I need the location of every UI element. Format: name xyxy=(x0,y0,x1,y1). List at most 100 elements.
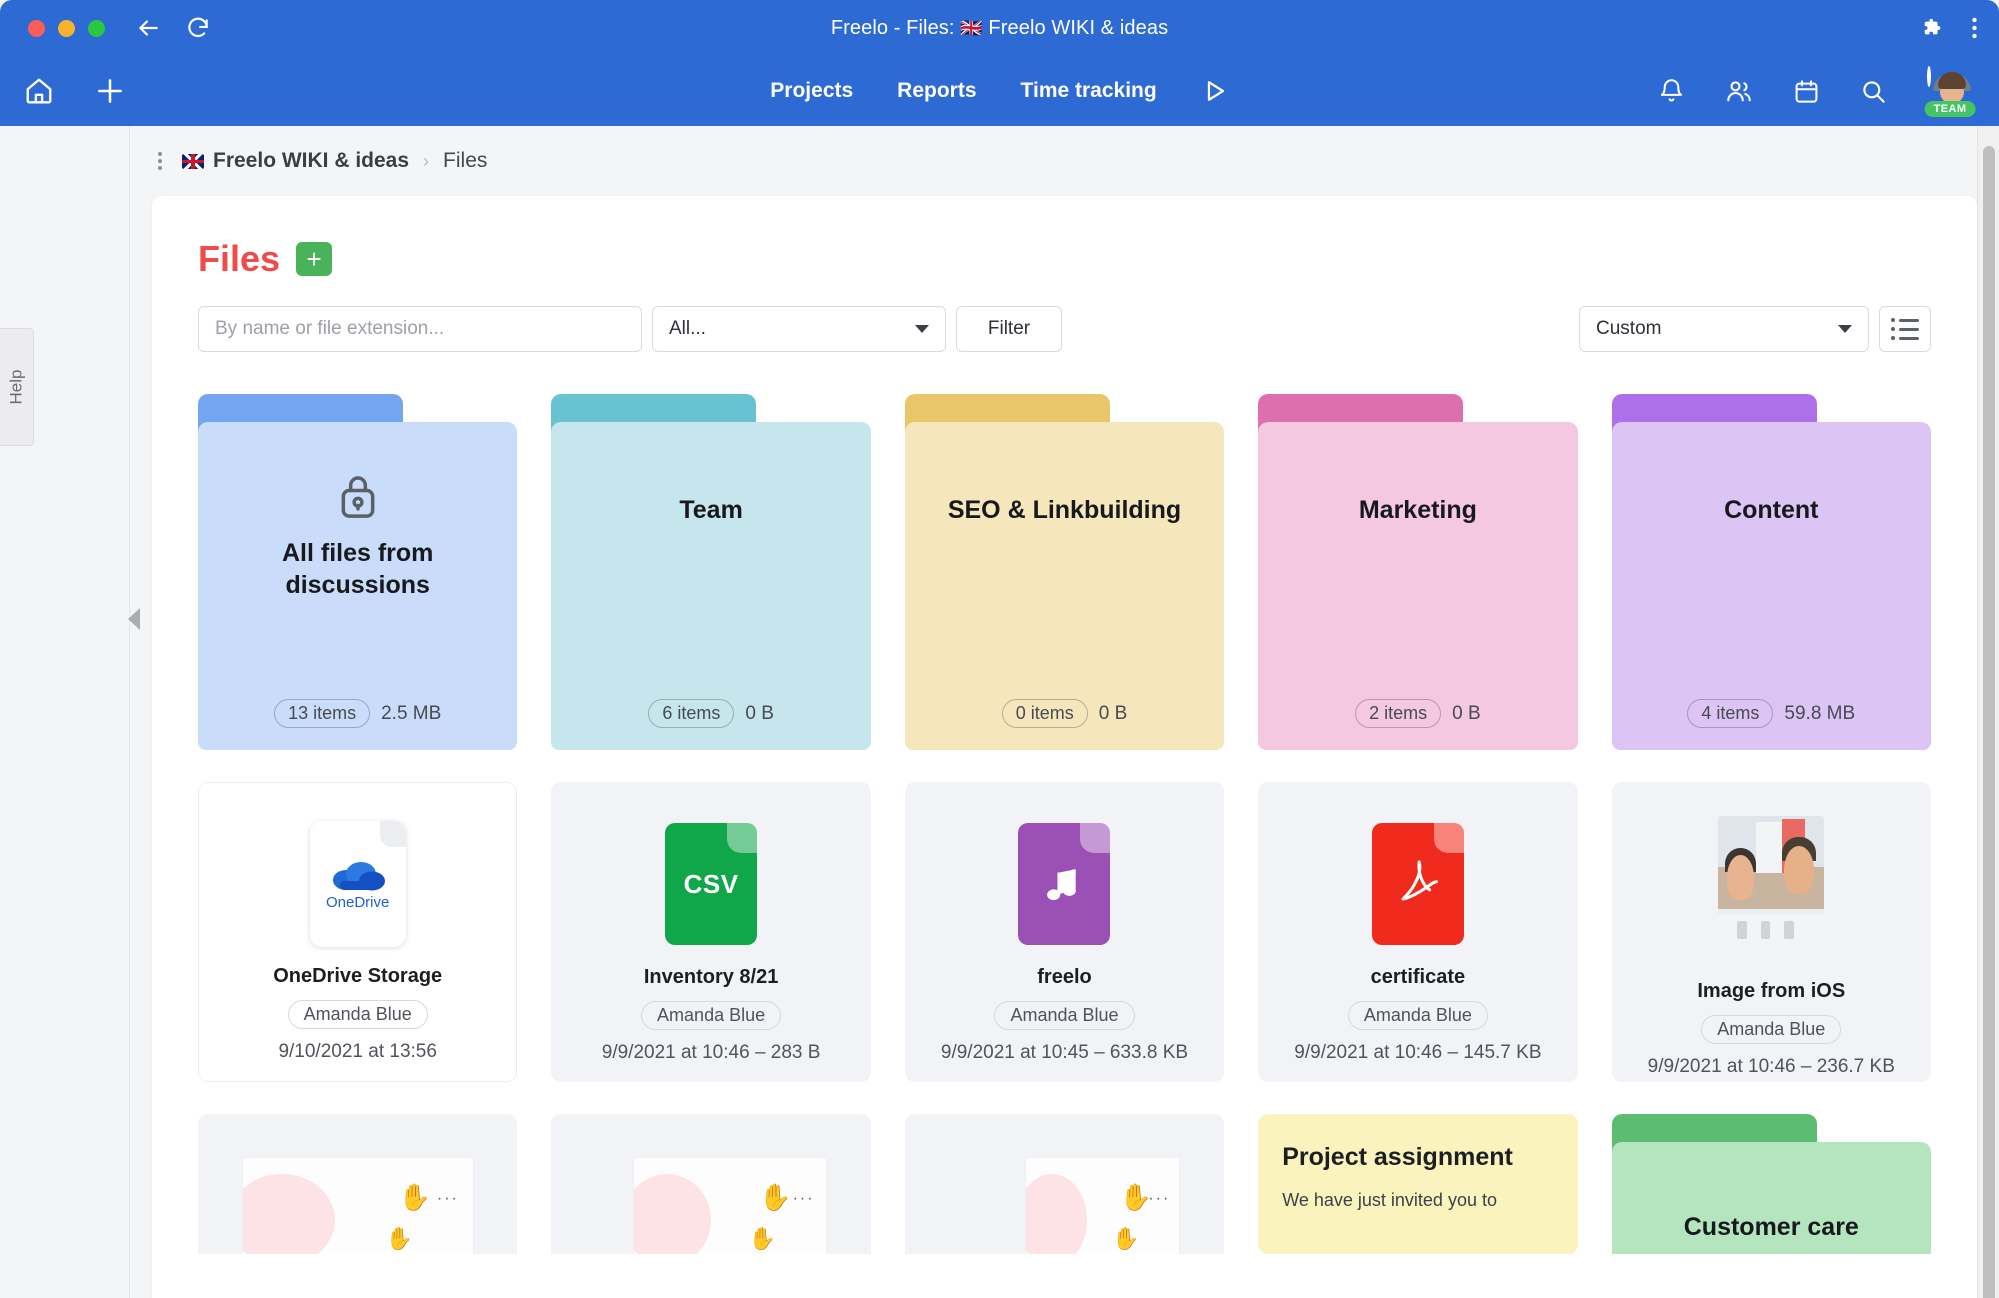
folder-item-count: 6 items xyxy=(648,699,735,728)
files-panel: Files + All... Filter Custom xyxy=(152,196,1977,1298)
onedrive-icon: OneDrive xyxy=(309,821,406,947)
file-author: Amanda Blue xyxy=(287,1000,428,1029)
folder-card[interactable]: Team 6 items 0 B xyxy=(551,394,871,750)
file-card[interactable]: OneDrive OneDrive Storage Amanda Blue 9/… xyxy=(198,782,518,1082)
window-title-prefix: Freelo - Files: xyxy=(830,16,955,39)
chevron-down-icon xyxy=(1838,325,1852,333)
page-title: Files xyxy=(198,238,281,279)
people-icon[interactable] xyxy=(1725,77,1753,105)
files-grid: OneDrive OneDrive Storage Amanda Blue 9/… xyxy=(198,782,1931,1082)
folder-card[interactable]: SEO & Linkbuilding 0 items 0 B xyxy=(904,394,1225,750)
nav-projects[interactable]: Projects xyxy=(770,79,853,103)
page-scrollbar[interactable] xyxy=(1977,126,1999,1298)
nav-reports[interactable]: Reports xyxy=(897,79,976,103)
breadcrumb-project[interactable]: Freelo WIKI & ideas xyxy=(182,149,409,173)
window-title: Freelo - Files: 🇬🇧 Freelo WIKI & ideas xyxy=(0,17,1999,40)
app-navigation-bar: Projects Reports Time tracking TEAM xyxy=(0,56,1999,126)
list-view-icon xyxy=(1891,318,1919,340)
file-card[interactable]: freelo Amanda Blue 9/9/2021 at 10:45 – 6… xyxy=(904,782,1225,1082)
breadcrumb: Freelo WIKI & ideas › Files xyxy=(130,126,1977,174)
file-type-label: CSV xyxy=(683,868,739,899)
calendar-icon[interactable] xyxy=(1793,78,1820,105)
file-thumbnail xyxy=(1371,816,1464,952)
folder-card[interactable]: Customer care xyxy=(1611,1114,1931,1254)
folder-body: Customer care xyxy=(1611,1142,1931,1254)
play-icon[interactable] xyxy=(1201,77,1229,105)
list-view-toggle[interactable] xyxy=(1879,306,1931,352)
folder-meta: 6 items 0 B xyxy=(551,699,870,728)
search-icon[interactable] xyxy=(1860,78,1887,105)
sort-select[interactable]: Custom xyxy=(1579,306,1869,352)
file-card[interactable]: CSV Inventory 8/21 Amanda Blue 9/9/2021 … xyxy=(551,782,871,1082)
home-icon[interactable] xyxy=(24,76,54,106)
nav-time-tracking[interactable]: Time tracking xyxy=(1021,79,1157,103)
file-card[interactable]: ✋ ✋ ··· xyxy=(904,1114,1225,1254)
minimize-window-button[interactable] xyxy=(58,19,75,37)
uk-flag-icon xyxy=(182,153,204,169)
folder-card[interactable]: All files from discussions 13 items 2.5 … xyxy=(198,394,518,750)
file-date: 9/9/2021 at 10:46 – 236.7 KB xyxy=(1647,1056,1895,1077)
folder-meta: 4 items 59.8 MB xyxy=(1612,699,1931,728)
lock-icon xyxy=(336,472,380,525)
chevron-down-icon xyxy=(915,325,929,333)
search-input[interactable] xyxy=(198,306,642,352)
file-date: 9/9/2021 at 10:46 – 145.7 KB xyxy=(1294,1042,1542,1063)
audio-file-icon xyxy=(1018,823,1111,945)
help-tab[interactable]: Help xyxy=(0,328,34,446)
breadcrumb-project-label: Freelo WIKI & ideas xyxy=(213,149,410,172)
main-nav-links: Projects Reports Time tracking xyxy=(770,77,1228,105)
maximize-window-button[interactable] xyxy=(88,19,105,37)
window-title-suffix: Freelo WIKI & ideas xyxy=(988,16,1169,39)
folder-name: Marketing xyxy=(1358,496,1477,524)
file-card[interactable]: Image from iOS Amanda Blue 9/9/2021 at 1… xyxy=(1611,782,1931,1082)
folder-item-count: 13 items xyxy=(274,699,371,728)
extensions-icon[interactable] xyxy=(1922,17,1944,39)
file-type-select[interactable]: All... xyxy=(652,306,946,352)
browser-title-bar: Freelo - Files: 🇬🇧 Freelo WIKI & ideas xyxy=(0,0,1999,56)
note-card[interactable]: Project assignment We have just invited … xyxy=(1258,1114,1578,1254)
file-author: Amanda Blue xyxy=(1347,1001,1488,1030)
avatar[interactable]: TEAM xyxy=(1924,66,1976,117)
folder-name: Customer care xyxy=(1683,1212,1859,1241)
page-title-row: Files + xyxy=(198,238,1931,280)
bell-icon[interactable] xyxy=(1658,78,1685,105)
folder-meta: 2 items 0 B xyxy=(1258,699,1577,728)
scrollbar-thumb[interactable] xyxy=(1983,146,1995,1298)
file-card[interactable]: ✋ ✋ ··· xyxy=(198,1114,518,1254)
back-icon[interactable] xyxy=(135,15,161,41)
hand-icon: ✋ xyxy=(1112,1226,1140,1251)
folder-name: All files from discussions xyxy=(281,539,434,599)
team-badge: TEAM xyxy=(1924,101,1976,117)
folder-card[interactable]: Content 4 items 59.8 MB xyxy=(1611,394,1931,750)
close-window-button[interactable] xyxy=(28,19,45,37)
kebab-menu-icon[interactable] xyxy=(152,148,168,174)
hand-icon: ✋ xyxy=(759,1182,792,1212)
file-name: Inventory 8/21 xyxy=(643,966,779,988)
folder-card[interactable]: Marketing 2 items 0 B xyxy=(1258,394,1578,750)
plus-icon[interactable] xyxy=(94,75,126,107)
hand-icon: ✋ xyxy=(1119,1182,1152,1212)
folder-name: Team xyxy=(679,496,743,524)
browser-menu-icon[interactable] xyxy=(1972,17,1977,39)
file-thumbnail xyxy=(1718,816,1825,966)
file-thumbnail: OneDrive xyxy=(309,817,406,951)
file-card[interactable]: certificate Amanda Blue 9/9/2021 at 10:4… xyxy=(1258,782,1578,1082)
note-subtitle: We have just invited you to xyxy=(1282,1189,1497,1210)
reload-icon[interactable] xyxy=(185,15,211,41)
file-name: certificate xyxy=(1370,966,1466,988)
add-file-button[interactable]: + xyxy=(296,242,333,276)
hand-icon: ✋ xyxy=(398,1182,432,1212)
file-card[interactable]: ✋ ✋ ··· xyxy=(551,1114,871,1254)
file-date: 9/10/2021 at 13:56 xyxy=(278,1041,437,1062)
window-controls[interactable] xyxy=(28,19,105,37)
folder-size: 0 B xyxy=(745,702,774,724)
file-type-select-value: All... xyxy=(669,318,706,339)
avatar-image xyxy=(1927,66,1971,104)
file-name: OneDrive Storage xyxy=(273,965,443,987)
app-window: Freelo - Files: 🇬🇧 Freelo WIKI & ideas P… xyxy=(0,0,1999,1298)
folder-size: 0 B xyxy=(1452,702,1481,724)
file-thumbnail xyxy=(1018,816,1111,952)
left-rail: Help xyxy=(0,126,130,1298)
filter-button[interactable]: Filter xyxy=(956,306,1062,352)
file-name: Image from iOS xyxy=(1697,980,1846,1002)
